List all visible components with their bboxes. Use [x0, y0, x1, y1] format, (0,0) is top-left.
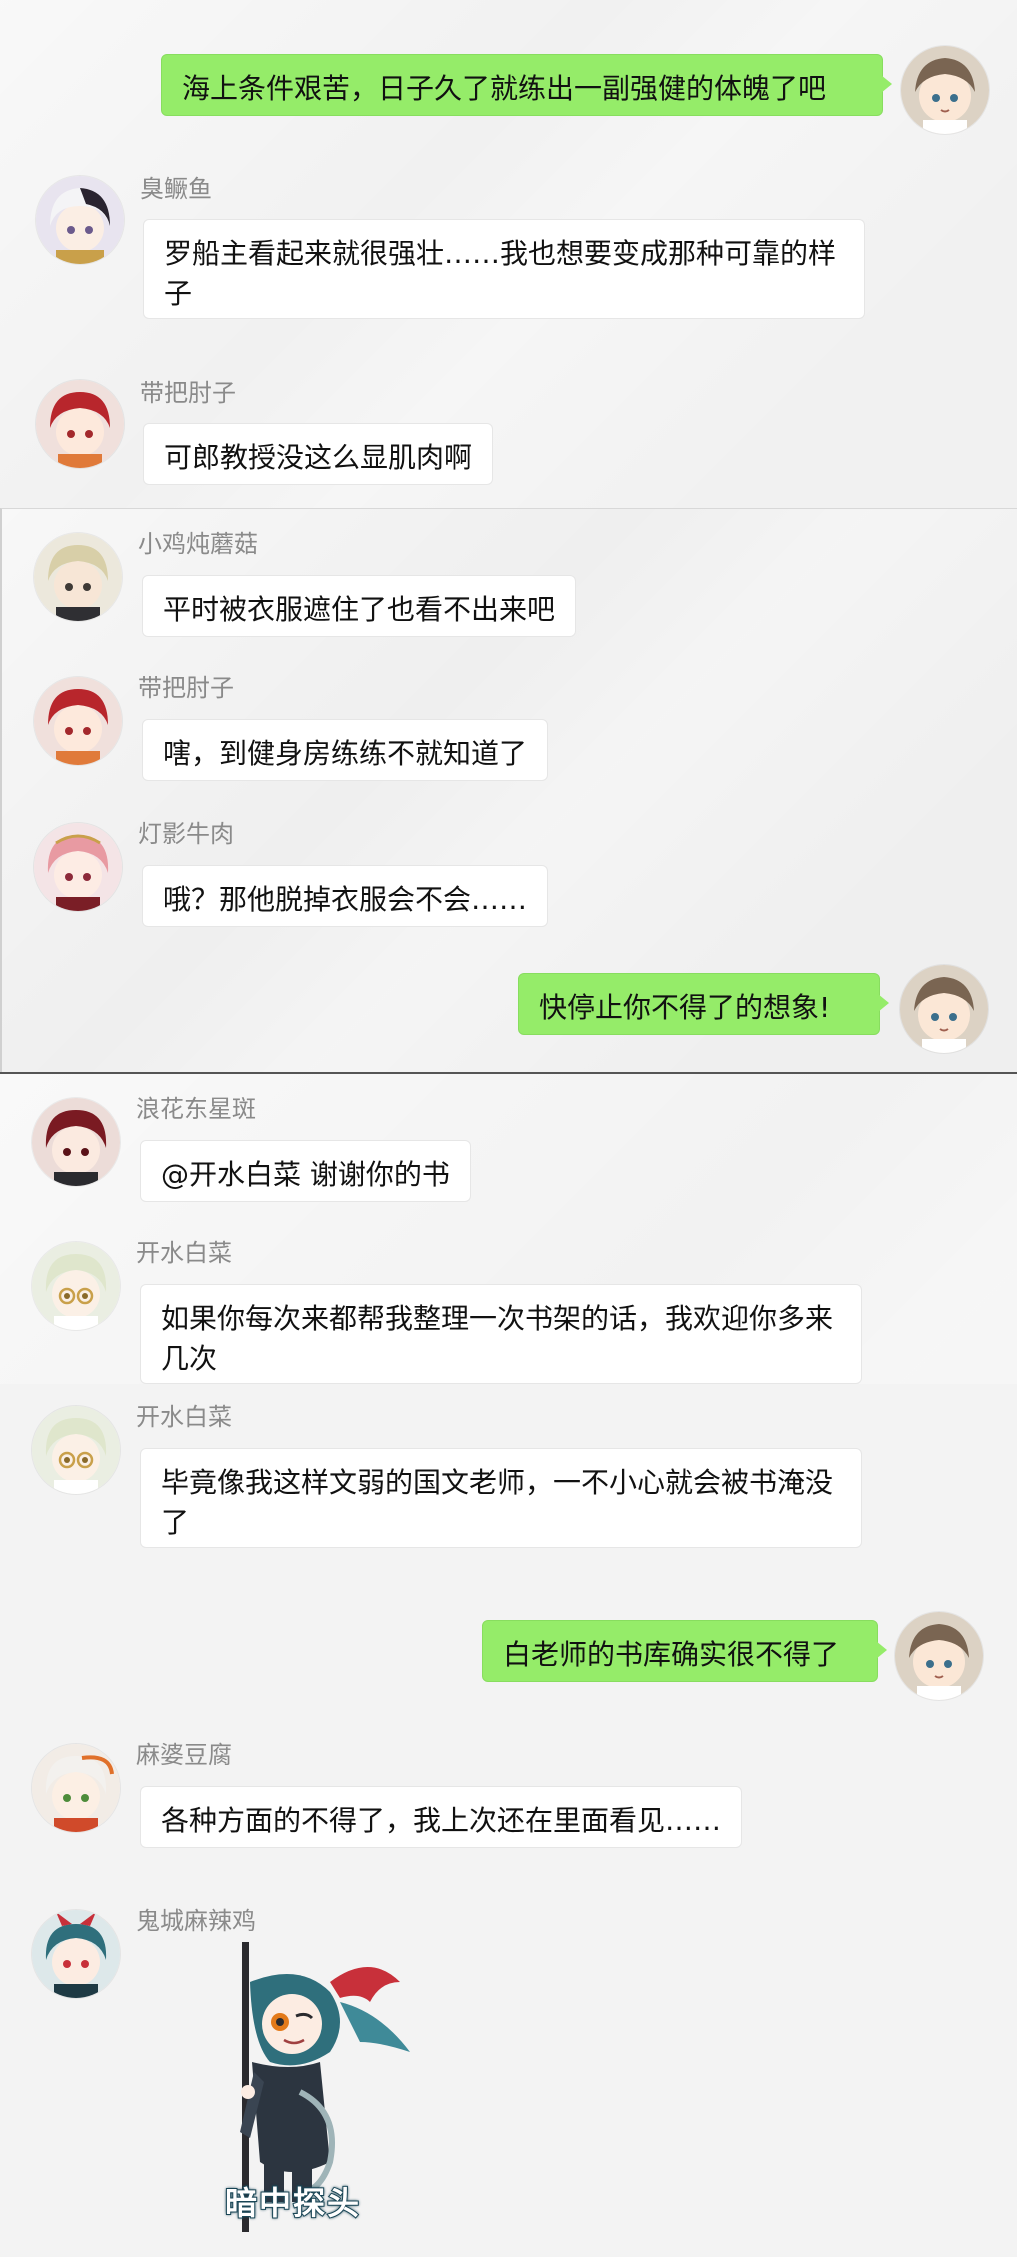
- message-bubble-other[interactable]: 各种方面的不得了，我上次还在里面看见……: [140, 1786, 743, 1848]
- sender-name: 灯影牛肉: [138, 820, 234, 848]
- message-row-other: 麻婆豆腐 各种方面的不得了，我上次还在里面看见……: [0, 1728, 1017, 1858]
- white-orange-hair-avatar[interactable]: [32, 1744, 120, 1832]
- sender-name: 小鸡炖蘑菇: [138, 530, 258, 558]
- white-hair-boy-avatar[interactable]: [36, 176, 124, 264]
- red-hair-boy-avatar[interactable]: [34, 677, 122, 765]
- message-row-self: 白老师的书库确实很不得了: [0, 1596, 1017, 1716]
- sender-name: 开水白菜: [136, 1403, 232, 1431]
- sender-name: 臭鳜鱼: [140, 175, 212, 203]
- chat-panel-1: 海上条件艰苦，日子久了就练出一副强健的体魄了吧 臭鳜鱼 罗船主看起来就很强壮………: [0, 0, 1017, 508]
- brown-hair-boy-avatar[interactable]: [895, 1612, 983, 1700]
- message-row-other: 鬼城麻辣鸡 暗中探头: [0, 1894, 1017, 2254]
- sender-name: 开水白菜: [136, 1239, 232, 1267]
- message-bubble-other[interactable]: 平时被衣服遮住了也看不出来吧: [142, 575, 577, 637]
- chat-panel-2: 小鸡炖蘑菇 平时被衣服遮住了也看不出来吧 带把肘子 嗐，到健身房练练不就知道了 …: [0, 508, 1017, 1073]
- peeking-character-sticker[interactable]: 暗中探头: [180, 1942, 450, 2242]
- glasses-pale-hair-avatar[interactable]: [32, 1242, 120, 1330]
- message-row-other: 带把肘子 可郎教授没这么显肌肉啊: [0, 364, 1017, 494]
- pink-hair-boy-avatar[interactable]: [34, 823, 122, 911]
- brown-hair-boy-avatar[interactable]: [901, 46, 989, 134]
- message-row-self: 海上条件艰苦，日子久了就练出一副强健的体魄了吧: [0, 0, 1017, 140]
- glasses-pale-hair-avatar[interactable]: [32, 1406, 120, 1494]
- chat-panel-3: 浪花东星斑 @开水白菜 谢谢你的书 开水白菜 如果你每次来都帮我整理一次书架的话…: [0, 1072, 1017, 2257]
- message-row-other: 灯影牛肉 哦？那他脱掉衣服会不会……: [2, 813, 1017, 943]
- sender-name: 浪花东星斑: [136, 1095, 256, 1123]
- teal-hair-horned-avatar[interactable]: [32, 1910, 120, 1998]
- message-bubble-other[interactable]: 毕竟像我这样文弱的国文老师，一不小心就会被书淹没了: [140, 1448, 862, 1548]
- message-row-other: 臭鳜鱼 罗船主看起来就很强壮……我也想要变成那种可靠的样子: [0, 160, 1017, 330]
- message-bubble-self[interactable]: 海上条件艰苦，日子久了就练出一副强健的体魄了吧: [161, 54, 892, 116]
- message-row-self: 快停止你不得了的想象!: [2, 947, 1017, 1067]
- sender-name: 麻婆豆腐: [136, 1741, 232, 1769]
- message-bubble-other[interactable]: 哦？那他脱掉衣服会不会……: [142, 865, 549, 927]
- message-bubble-other[interactable]: @开水白菜 谢谢你的书: [140, 1140, 471, 1202]
- message-row-other: 小鸡炖蘑菇 平时被衣服遮住了也看不出来吧: [2, 523, 1017, 653]
- message-row-other: 带把肘子 嗐，到健身房练练不就知道了: [2, 667, 1017, 797]
- sticker-caption: 暗中探头: [224, 2183, 362, 2223]
- message-bubble-self[interactable]: 快停止你不得了的想象!: [518, 973, 889, 1035]
- sender-name: 带把肘子: [138, 674, 234, 702]
- message-row-other: 开水白菜 毕竟像我这样文弱的国文老师，一不小心就会被书淹没了: [0, 1396, 1017, 1556]
- blonde-hair-boy-avatar[interactable]: [34, 533, 122, 621]
- message-bubble-other[interactable]: 嗐，到健身房练练不就知道了: [142, 719, 549, 781]
- sender-name: 鬼城麻辣鸡: [136, 1907, 256, 1935]
- message-row-other: 开水白菜 如果你每次来都帮我整理一次书架的话，我欢迎你多来几次: [0, 1232, 1017, 1384]
- message-bubble-other[interactable]: 可郎教授没这么显肌肉啊: [143, 423, 494, 485]
- dark-red-hair-boy-avatar[interactable]: [32, 1098, 120, 1186]
- sender-name: 带把肘子: [140, 379, 236, 407]
- brown-hair-boy-avatar[interactable]: [900, 965, 988, 1053]
- message-bubble-other[interactable]: 罗船主看起来就很强壮……我也想要变成那种可靠的样子: [143, 219, 865, 319]
- message-bubble-self[interactable]: 白老师的书库确实很不得了: [482, 1620, 887, 1682]
- message-bubble-other[interactable]: 如果你每次来都帮我整理一次书架的话，我欢迎你多来几次: [140, 1284, 862, 1384]
- message-row-other: 浪花东星斑 @开水白菜 谢谢你的书: [0, 1088, 1017, 1218]
- red-hair-boy-avatar[interactable]: [36, 380, 124, 468]
